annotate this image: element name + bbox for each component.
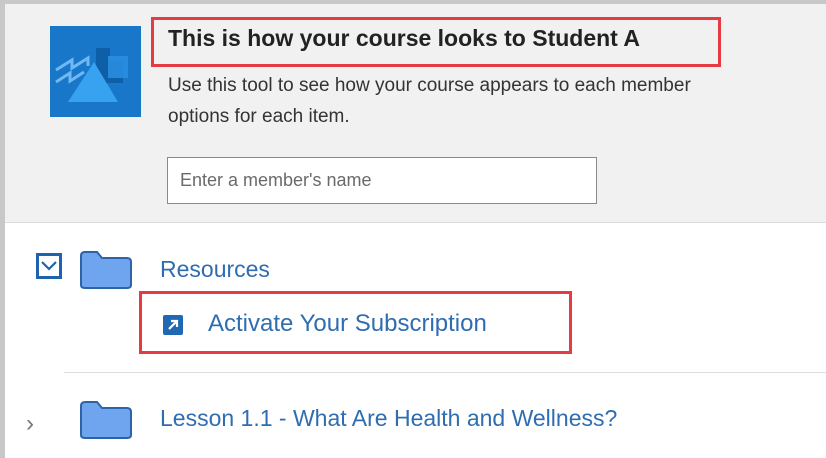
description-line-1: Use this tool to see how your course app… (168, 75, 691, 96)
collapse-checkbox[interactable] (36, 253, 62, 279)
student-preview-logo-icon (50, 26, 141, 117)
folder-icon (79, 400, 133, 440)
divider (64, 372, 826, 373)
activate-highlight-box (139, 291, 572, 354)
folder-lesson-link[interactable]: Lesson 1.1 - What Are Health and Wellnes… (160, 405, 617, 432)
course-view: This is how your course looks to Student… (0, 0, 826, 458)
expand-chevron-icon[interactable]: › (26, 412, 34, 436)
member-name-input[interactable] (167, 157, 597, 204)
title-highlight-box (151, 17, 721, 67)
folder-resources-link[interactable]: Resources (160, 256, 270, 283)
student-preview-banner: This is how your course looks to Student… (5, 4, 826, 223)
description-line-2: options for each item. (168, 106, 350, 127)
folder-icon (79, 250, 133, 290)
banner-description: Use this tool to see how your course app… (168, 70, 826, 132)
